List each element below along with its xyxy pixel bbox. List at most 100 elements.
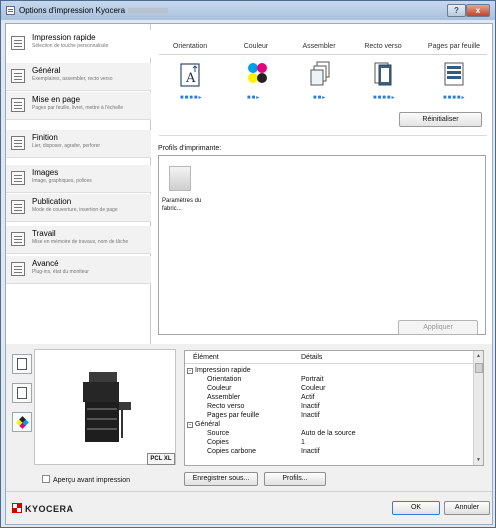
title-bar[interactable]: Options d'impression Kyocera ? x — [1, 1, 495, 20]
tree-row[interactable]: Recto verso Inactif — [185, 402, 473, 411]
save-as-button[interactable]: Enregistrer sous... — [184, 472, 258, 486]
collapse-icon[interactable]: - — [187, 368, 193, 374]
column-orientation: Orientation — [172, 43, 208, 50]
column-pages-per-sheet: Pages par feuille — [427, 43, 481, 50]
sidebar-item-title: Impression rapide — [32, 33, 96, 42]
scroll-down-icon[interactable]: ▼ — [476, 457, 481, 463]
pages-per-sheet-icon[interactable] — [443, 61, 465, 87]
tree-row[interactable]: Source Auto de la source — [185, 429, 473, 438]
tree-row-label: Pages par feuille — [207, 412, 260, 419]
tree-row-label: Copies — [207, 439, 229, 446]
printer-tab-icon — [17, 358, 27, 370]
tree-row-label: Copies carbone — [207, 448, 257, 455]
kyocera-mark-icon — [12, 503, 22, 513]
ok-button[interactable]: OK — [392, 501, 440, 515]
orientation-icon[interactable]: A — [180, 61, 200, 87]
tree-row-value: Inactif — [301, 403, 320, 410]
scroll-thumb[interactable] — [475, 363, 483, 373]
duplex-icon[interactable] — [373, 61, 393, 87]
sidebar-item-images[interactable]: Images Image, graphiques, polices — [6, 165, 151, 193]
printer-profiles-label: Profils d'imprimante: — [158, 145, 222, 152]
column-color: Couleur — [243, 43, 269, 50]
tree-row-value: Actif — [301, 394, 315, 401]
tree-row-value: 1 — [301, 439, 305, 446]
tab-printer-view[interactable] — [12, 354, 32, 374]
tree-row-value: Couleur — [301, 385, 326, 392]
close-button[interactable]: x — [466, 4, 490, 17]
printer-profiles-list[interactable]: Paramètres du fabric... — [158, 155, 486, 335]
column-header-details: Détails — [301, 354, 323, 361]
sidebar-item-subtitle: Mise en mémoire de travaux, nom de tâche — [32, 239, 129, 245]
sidebar-item-publishing[interactable]: Publication Mode de couverture, insertio… — [6, 194, 151, 222]
tree-row[interactable]: Copies 1 — [185, 438, 473, 447]
sidebar-item-job[interactable]: Travail Mise en mémoire de travaux, nom … — [6, 226, 151, 254]
finishing-icon — [11, 136, 25, 150]
tree-row[interactable]: Orientation Portrait — [185, 375, 473, 384]
sidebar-item-advanced[interactable]: Avancé Plug-ins, état du moniteur — [6, 256, 151, 284]
tab-document-view[interactable] — [12, 383, 32, 403]
sidebar-item-title: Images — [32, 168, 59, 177]
tree-scrollbar[interactable]: ▲ ▼ — [473, 351, 483, 465]
job-icon — [11, 232, 25, 246]
help-button[interactable]: ? — [447, 4, 466, 17]
color-icon[interactable] — [246, 61, 268, 87]
kyocera-logo: KYOCERA — [12, 503, 74, 514]
sidebar-item-subtitle: Mode de couverture, insertion de page — [32, 207, 118, 213]
publishing-icon — [11, 200, 25, 214]
tree-row-value: Inactif — [301, 412, 320, 419]
preview-tabs — [10, 354, 34, 450]
sidebar-item-general[interactable]: Général Exemplaires, assembler, recto ve… — [6, 63, 151, 91]
section-divider — [159, 135, 487, 136]
cancel-button[interactable]: Annuler — [444, 501, 490, 515]
tree-row[interactable]: - Impression rapide — [185, 366, 473, 375]
reset-button[interactable]: Réinitialiser — [399, 112, 482, 127]
apply-button[interactable]: Appliquer — [398, 320, 478, 335]
sidebar-item-quick-print[interactable]: Impression rapide Sélection de touche pe… — [6, 30, 151, 58]
column-duplex: Recto verso — [364, 43, 402, 50]
sidebar-item-title: Avancé — [32, 259, 59, 268]
sidebar-item-finishing[interactable]: Finition Lier, disposer, agrafer, perfor… — [6, 130, 151, 158]
factory-profile-icon[interactable] — [169, 166, 191, 191]
checkbox-box[interactable] — [42, 475, 50, 483]
sidebar-item-subtitle: Lier, disposer, agrafer, perforer — [32, 143, 101, 149]
sidebar-item-subtitle: Plug-ins, état du moniteur — [32, 269, 89, 275]
tree-row-label: Recto verso — [207, 403, 245, 410]
tree-row[interactable]: Copies carbone Inactif — [185, 447, 473, 456]
sidebar-item-title: Général — [32, 66, 61, 75]
profile-item-label[interactable]: Paramètres du fabric... — [162, 197, 202, 213]
tree-header: Élément Détails — [185, 351, 473, 364]
column-collate: Assembler — [302, 43, 336, 50]
duplex-indicator: ■■■■▸ — [373, 95, 396, 101]
svg-text:A: A — [185, 71, 196, 86]
pdl-badge: PCL XL — [147, 453, 175, 465]
document-tab-icon — [17, 387, 27, 399]
tree-row[interactable]: Pages par feuille Inactif — [185, 411, 473, 420]
general-icon — [11, 69, 25, 83]
tree-row[interactable]: Assembler Actif — [185, 393, 473, 402]
tree-row-label: Impression rapide — [195, 367, 251, 374]
sidebar: Impression rapide Sélection de touche pe… — [6, 24, 151, 344]
window-title: Options d'impression Kyocera — [19, 6, 169, 15]
tree-row[interactable]: - Général — [185, 420, 473, 429]
print-preview-label: Aperçu avant impression — [53, 477, 131, 484]
print-preview-checkbox[interactable]: Aperçu avant impression — [42, 475, 130, 484]
dialog-client: Impression rapide Sélection de touche pe… — [5, 23, 493, 525]
tree-row-label: Orientation — [207, 376, 242, 383]
quick-print-panel: Orientation Couleur Assembler Recto vers… — [151, 24, 492, 344]
collate-icon[interactable] — [309, 61, 331, 87]
settings-summary-tree[interactable]: Élément Détails - Impression rapide Orien… — [184, 350, 484, 466]
sidebar-item-title: Finition — [32, 133, 58, 142]
color-tab-icon — [16, 416, 29, 429]
header-divider — [159, 54, 487, 55]
tree-row-value: Inactif — [301, 448, 320, 455]
scroll-up-icon[interactable]: ▲ — [476, 353, 481, 359]
tab-color-view[interactable] — [12, 412, 32, 432]
tree-row[interactable]: Couleur Couleur — [185, 384, 473, 393]
sidebar-item-layout[interactable]: Mise en page Pages par feuille, livret, … — [6, 92, 151, 120]
printer-icon — [6, 6, 15, 15]
layout-icon — [11, 98, 25, 112]
profiles-button[interactable]: Profils... — [264, 472, 326, 486]
collapse-icon[interactable]: - — [187, 422, 193, 428]
tree-row-label: Couleur — [207, 385, 232, 392]
sidebar-item-subtitle: Sélection de touche personnalisée — [32, 43, 109, 49]
